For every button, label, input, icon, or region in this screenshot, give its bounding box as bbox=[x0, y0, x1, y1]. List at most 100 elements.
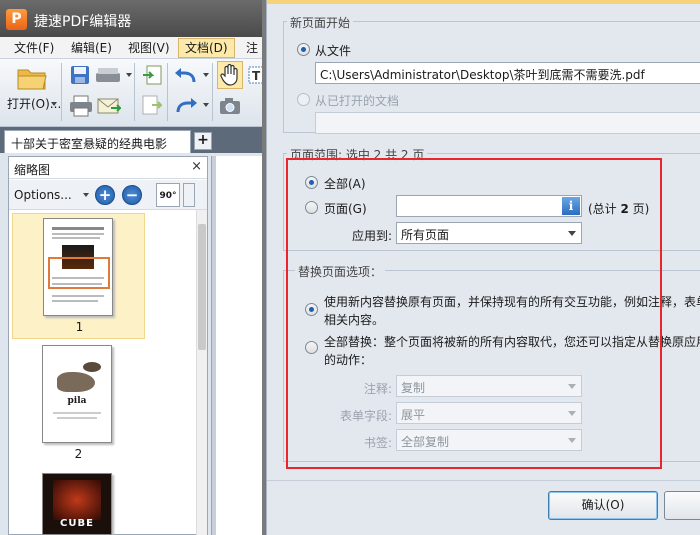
page-3-caption: CUBE bbox=[60, 518, 94, 529]
options-dropdown[interactable]: Options... bbox=[14, 188, 72, 202]
page-number: 1 bbox=[75, 320, 84, 334]
folder-open-icon[interactable] bbox=[14, 63, 50, 93]
chevron-down-icon bbox=[568, 411, 576, 416]
menu-document[interactable]: 文档(D) bbox=[178, 38, 235, 58]
undo-dropdown-icon[interactable] bbox=[203, 73, 209, 77]
thumbnail-scrollbar[interactable] bbox=[196, 210, 207, 535]
thumbnail-toolbar: Options... + − 90° bbox=[9, 180, 207, 210]
insert-page-icon[interactable] bbox=[140, 63, 164, 89]
bookmarks-label: 书签: bbox=[364, 436, 393, 450]
rotate-button[interactable]: 90° bbox=[156, 183, 180, 207]
thumbnail-page-1[interactable]: 1 bbox=[12, 213, 145, 339]
snapshot-icon[interactable] bbox=[217, 93, 243, 119]
options-dropdown-icon[interactable] bbox=[83, 193, 89, 197]
ok-button[interactable]: 确认(O) bbox=[548, 491, 658, 520]
opened-document-field[interactable] bbox=[315, 112, 700, 134]
annotation-select[interactable]: 复制 bbox=[396, 375, 582, 397]
thumbnail-panel-title: 缩略图 bbox=[14, 163, 51, 177]
scanner-icon[interactable] bbox=[94, 63, 124, 87]
chevron-down-icon bbox=[568, 438, 576, 443]
new-tab-button[interactable]: + bbox=[194, 132, 212, 150]
document-page bbox=[216, 156, 267, 535]
print-icon[interactable] bbox=[68, 93, 94, 119]
title-bar: P 捷速PDF编辑器 bbox=[0, 0, 266, 37]
document-tab[interactable]: 十部关于密室悬疑的经典电影 bbox=[4, 130, 191, 153]
info-icon[interactable]: i bbox=[562, 197, 580, 215]
new-page-start-legend: 新页面开始 bbox=[287, 14, 354, 31]
document-tab-bar: 十部关于密室悬疑的经典电影 + bbox=[0, 127, 266, 153]
all-pages-radio[interactable] bbox=[305, 176, 318, 189]
total-pages-label: (总计 2 页) bbox=[588, 200, 649, 217]
total-count: 2 bbox=[620, 202, 629, 216]
page-range-label: 页面(G) bbox=[324, 202, 367, 216]
page-number: 2 bbox=[74, 447, 83, 461]
menu-file[interactable]: 文件(F) bbox=[8, 38, 60, 58]
from-opened-radio[interactable] bbox=[297, 93, 310, 106]
extract-page-icon[interactable] bbox=[140, 93, 164, 119]
from-file-label: 从文件 bbox=[315, 44, 352, 58]
dialog-top-edge bbox=[267, 0, 700, 4]
page-2-preview: pila bbox=[42, 345, 112, 443]
main-window: P 捷速PDF编辑器 文件(F) 编辑(E) 视图(V) 文档(D) 注释 打开… bbox=[0, 0, 267, 535]
annotation-value: 复制 bbox=[401, 381, 426, 395]
thumbnail-page-2[interactable]: pila 2 bbox=[12, 343, 145, 469]
redo-icon[interactable] bbox=[172, 93, 200, 119]
menu-view[interactable]: 视图(V) bbox=[122, 38, 176, 58]
save-icon[interactable] bbox=[68, 63, 92, 87]
page-1-preview bbox=[43, 218, 113, 316]
page-2-caption: pila bbox=[67, 396, 87, 406]
toolbar: 打开(O)... T bbox=[0, 59, 266, 127]
scrollbar-thumb[interactable] bbox=[198, 224, 206, 350]
replace-pages-dialog: 新页面开始 从文件 C:\Users\Administrator\Desktop… bbox=[266, 0, 700, 535]
thumbnail-panel: 缩略图 × Options... + − 90° 1 pila 2 CUBE bbox=[8, 156, 208, 535]
app-logo-icon: P bbox=[6, 9, 27, 30]
replace-keep-interactive-radio[interactable] bbox=[305, 303, 318, 316]
option-2-line-2: 的动作： bbox=[324, 353, 373, 367]
menu-edit[interactable]: 编辑(E) bbox=[65, 38, 118, 58]
replace-options-legend: 替换页面选项： bbox=[295, 263, 386, 280]
option-2-line-1: 全部替换：整个页面将被新的所有内容取代，您还可以指定从替换原应用受 bbox=[324, 335, 700, 349]
zoom-in-button[interactable]: + bbox=[95, 185, 115, 205]
dialog-divider bbox=[267, 480, 700, 481]
page-range-legend: 页面范围: 选中 2 共 2 页 bbox=[287, 146, 428, 163]
chevron-down-icon bbox=[568, 384, 576, 389]
zoom-out-button[interactable]: − bbox=[122, 185, 142, 205]
form-fields-label: 表单字段: bbox=[340, 409, 393, 423]
svg-text:T: T bbox=[252, 69, 261, 83]
open-dropdown-icon[interactable] bbox=[51, 102, 57, 106]
rotate-dropdown-icon[interactable] bbox=[183, 183, 195, 207]
total-suffix: 页) bbox=[628, 202, 650, 216]
scanner-dropdown-icon[interactable] bbox=[126, 73, 132, 77]
replace-all-radio[interactable] bbox=[305, 341, 318, 354]
bookmarks-select[interactable]: 全部复制 bbox=[396, 429, 582, 451]
annotation-label: 注释: bbox=[364, 382, 393, 396]
email-icon[interactable] bbox=[96, 93, 122, 119]
app-title: 捷速PDF编辑器 bbox=[34, 14, 132, 30]
option-1-line-1: 使用新内容替换原有页面，并保持现有的所有交互功能，例如注释，表单 bbox=[324, 295, 700, 309]
file-path-field[interactable]: C:\Users\Administrator\Desktop\茶叶到底需不需要洗… bbox=[315, 62, 700, 84]
menu-bar: 文件(F) 编辑(E) 视图(V) 文档(D) 注释 bbox=[0, 37, 266, 75]
thumbnail-panel-header: 缩略图 × bbox=[9, 157, 207, 179]
page-3-preview: CUBE bbox=[42, 473, 112, 535]
option-1-line-2: 相关内容。 bbox=[324, 313, 385, 327]
apply-to-label: 应用到: bbox=[352, 229, 393, 243]
thumbnail-page-3[interactable]: CUBE bbox=[12, 471, 145, 535]
cancel-button[interactable] bbox=[664, 491, 700, 520]
all-pages-label: 全部(A) bbox=[324, 177, 366, 191]
apply-to-value: 所有页面 bbox=[401, 228, 450, 242]
undo-icon[interactable] bbox=[172, 63, 200, 89]
redo-dropdown-icon[interactable] bbox=[203, 103, 209, 107]
total-prefix: (总计 bbox=[588, 202, 621, 216]
close-icon[interactable]: × bbox=[191, 159, 202, 174]
page-range-radio[interactable] bbox=[305, 201, 318, 214]
apply-to-select[interactable]: 所有页面 bbox=[396, 222, 582, 244]
from-opened-label: 从已打开的文档 bbox=[315, 94, 400, 108]
hand-tool-icon[interactable] bbox=[217, 61, 243, 89]
from-file-radio[interactable] bbox=[297, 43, 310, 56]
form-fields-value: 展平 bbox=[401, 408, 426, 422]
page-range-field[interactable]: i bbox=[396, 195, 582, 217]
document-view[interactable] bbox=[211, 156, 267, 535]
form-fields-select[interactable]: 展平 bbox=[396, 402, 582, 424]
bookmarks-value: 全部复制 bbox=[401, 435, 450, 449]
chevron-down-icon bbox=[568, 231, 576, 236]
